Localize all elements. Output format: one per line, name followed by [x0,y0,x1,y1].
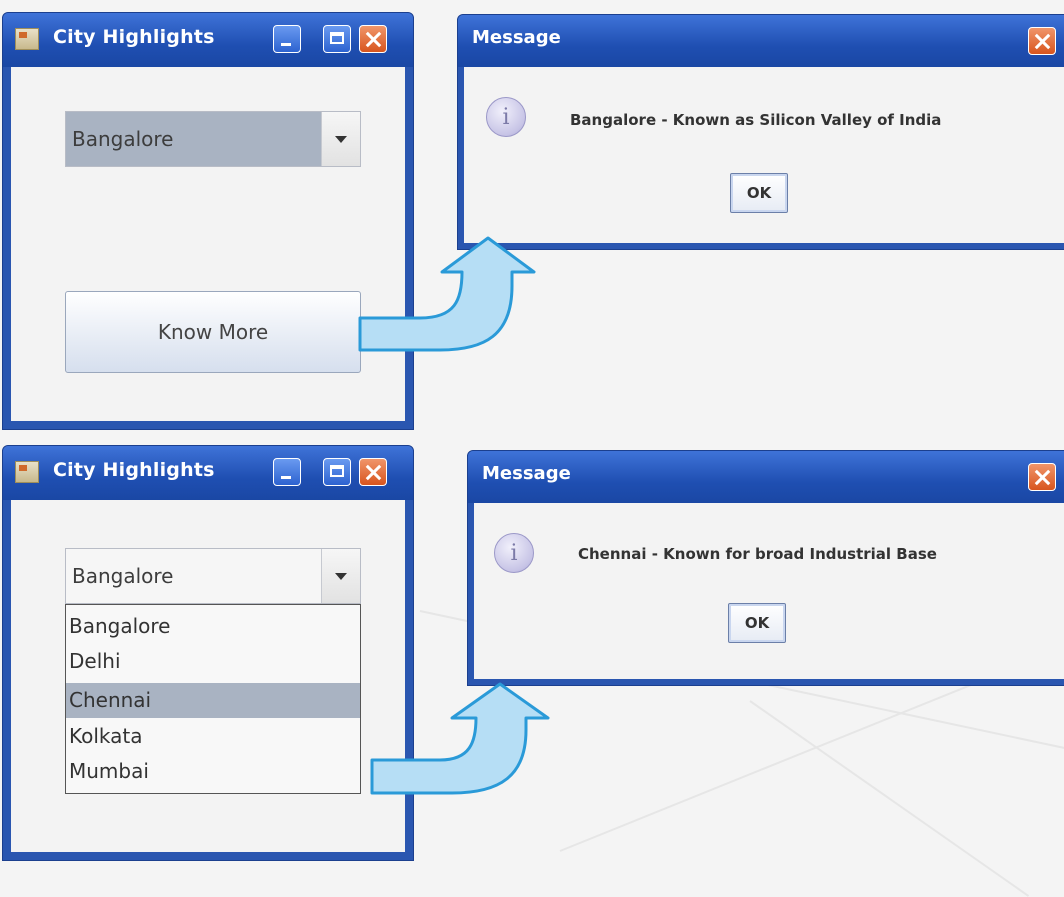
curved-arrow-icon [370,682,550,795]
